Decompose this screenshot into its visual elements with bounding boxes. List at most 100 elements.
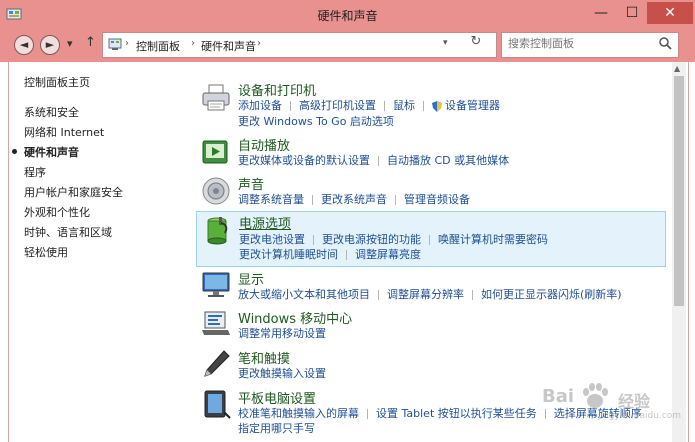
link-battery-settings[interactable]: 更改电池设置 <box>239 233 305 246</box>
speaker-icon <box>202 177 230 205</box>
category-links-row: 调整系统音量 更改系统声音 管理音频设备 <box>238 191 470 207</box>
category-links-row: 指定用哪只手写 <box>238 420 315 436</box>
category-links-row: 更改媒体或设备的默认设置 自动播放 CD 或其他媒体 <box>238 152 509 168</box>
autoplay-icon <box>202 140 228 164</box>
link-device-manager[interactable]: 设备管理器 <box>445 99 500 112</box>
breadcrumb-hardware-sound[interactable]: 硬件和声音 <box>201 38 256 54</box>
link-divider <box>384 101 385 111</box>
printer-icon <box>202 84 230 111</box>
link-screen-brightness[interactable]: 调整屏幕亮度 <box>355 248 421 261</box>
address-bar[interactable]: › 控制面板 › 硬件和声音 › ▾ <box>102 32 497 58</box>
link-divider <box>378 290 379 300</box>
category-links-row: 更改触摸输入设置 <box>238 365 326 381</box>
category-links-row: 调整常用移动设置 <box>238 325 326 341</box>
link-calibrate-screen[interactable]: 校准笔和触摸输入的屏幕 <box>238 407 359 420</box>
link-handedness[interactable]: 指定用哪只手写 <box>238 422 315 435</box>
link-change-system-sounds[interactable]: 更改系统声音 <box>321 193 387 206</box>
link-mobility-settings[interactable]: 调整常用移动设置 <box>238 327 326 340</box>
forward-button[interactable]: ► <box>40 35 60 55</box>
battery-icon <box>207 217 228 245</box>
watermark-brand: Bai <box>542 386 575 407</box>
back-button[interactable]: ◄ <box>14 35 34 55</box>
nav-item-ease-of-access[interactable]: 轻松使用 <box>24 244 68 260</box>
uac-shield-icon <box>432 100 442 112</box>
search-input[interactable] <box>508 37 648 50</box>
category-links-row: 放大或缩小文本和其他项目 调整屏幕分辨率 如何更正显示器闪烁(刷新率) <box>238 286 622 302</box>
category-links-row: 更改计算机睡眠时间 调整屏幕亮度 <box>239 246 421 262</box>
baidu-watermark: Bai 经验 jingyan.baidu.com <box>540 380 690 426</box>
link-divider <box>378 156 379 166</box>
link-divider <box>290 101 291 111</box>
category-display: 显示 放大或缩小文本和其他项目 调整屏幕分辨率 如何更正显示器闪烁(刷新率) <box>196 268 664 302</box>
address-dropdown[interactable]: ▾ <box>443 38 448 48</box>
link-add-device[interactable]: 添加设备 <box>238 99 282 112</box>
nav-item-network-internet[interactable]: 网络和 Internet <box>24 124 104 140</box>
paw-icon <box>583 383 608 408</box>
watermark-url: jingyan.baidu.com <box>598 411 682 421</box>
link-divider <box>429 235 430 245</box>
link-sleep-time[interactable]: 更改计算机睡眠时间 <box>239 248 338 261</box>
link-divider <box>423 101 424 111</box>
monitor-icon <box>202 272 230 297</box>
link-windows-to-go[interactable]: 更改 Windows To Go 启动选项 <box>238 115 394 128</box>
nav-item-clock-language-region[interactable]: 时钟、语言和区域 <box>24 224 112 240</box>
link-autoplay-cd[interactable]: 自动播放 CD 或其他媒体 <box>387 154 509 167</box>
scroll-up-arrow[interactable]: ▲ <box>674 64 680 73</box>
nav-item-user-accounts[interactable]: 用户帐户和家庭安全 <box>24 184 123 200</box>
nav-item-hardware-sound[interactable]: 硬件和声音 <box>12 144 79 160</box>
category-links-row: 更改电池设置 更改电源按钮的功能 唤醒计算机时需要密码 <box>239 231 548 247</box>
link-manage-audio-devices[interactable]: 管理音频设备 <box>404 193 470 206</box>
link-advanced-printer-setup[interactable]: 高级打印机设置 <box>299 99 376 112</box>
link-divider <box>312 195 313 205</box>
breadcrumb-separator: › <box>125 38 129 49</box>
breadcrumb-separator: › <box>257 38 261 49</box>
recent-locations-dropdown[interactable]: ▾ <box>67 37 73 50</box>
link-mouse[interactable]: 鼠标 <box>393 99 415 112</box>
nav-item-control-panel-home[interactable]: 控制面板主页 <box>24 74 90 90</box>
link-change-media-defaults[interactable]: 更改媒体或设备的默认设置 <box>238 154 370 167</box>
nav-item-label: 硬件和声音 <box>24 146 79 159</box>
breadcrumb-separator: › <box>191 38 195 49</box>
search-box[interactable] <box>501 32 679 58</box>
category-devices-printers: 设备和打印机 添加设备 高级打印机设置 鼠标 设备管理器 更改 Windows To … <box>196 78 664 129</box>
search-icon[interactable] <box>658 36 672 50</box>
link-divider <box>346 250 347 260</box>
watermark-brand-suffix: 经验 <box>618 392 651 411</box>
pen-icon <box>204 350 230 377</box>
title-bar: 硬件和声音 — ☐ ✕ <box>0 0 695 30</box>
close-button[interactable]: ✕ <box>647 2 693 24</box>
link-divider <box>367 409 368 419</box>
up-button[interactable]: ↑ <box>85 35 96 50</box>
refresh-button[interactable]: ↻ <box>466 34 486 49</box>
tablet-icon <box>204 390 231 419</box>
link-divider <box>472 290 473 300</box>
category-links-row: 更改 Windows To Go 启动选项 <box>238 113 394 129</box>
link-screen-resolution[interactable]: 调整屏幕分辨率 <box>387 288 464 301</box>
link-divider <box>395 195 396 205</box>
control-panel-small-icon <box>108 38 122 50</box>
breadcrumb-control-panel[interactable]: 控制面板 <box>136 38 180 54</box>
category-pen-touch: 笔和触摸 更改触摸输入设置 <box>196 347 664 381</box>
nav-item-programs[interactable]: 程序 <box>24 164 46 180</box>
scrollbar-thumb[interactable] <box>674 76 684 306</box>
link-text-size[interactable]: 放大或缩小文本和其他项目 <box>238 288 370 301</box>
link-refresh-rate[interactable]: 如何更正显示器闪烁(刷新率) <box>481 288 622 301</box>
current-item-bullet <box>12 149 17 154</box>
category-autoplay: 自动播放 更改媒体或设备的默认设置 自动播放 CD 或其他媒体 <box>196 134 664 168</box>
category-power-options[interactable]: 电源选项 更改电池设置 更改电源按钮的功能 唤醒计算机时需要密码 更改计算机睡眠时间… <box>196 211 666 267</box>
category-mobility-center: Windows 移动中心 调整常用移动设置 <box>196 307 664 341</box>
nav-item-appearance[interactable]: 外观和个性化 <box>24 204 90 220</box>
link-divider <box>313 235 314 245</box>
link-touch-input-settings[interactable]: 更改触摸输入设置 <box>238 367 326 380</box>
link-tablet-buttons[interactable]: 设置 Tablet 按钮以执行某些任务 <box>376 407 537 420</box>
minimize-button[interactable]: — <box>586 2 616 24</box>
navigation-bar: ◄ ► ▾ ↑ › 控制面板 › 硬件和声音 › ▾ ↻ <box>0 30 695 62</box>
link-power-button-function[interactable]: 更改电源按钮的功能 <box>322 233 421 246</box>
category-sound: 声音 调整系统音量 更改系统声音 管理音频设备 <box>196 173 664 207</box>
link-require-password-on-wake[interactable]: 唤醒计算机时需要密码 <box>438 233 548 246</box>
maximize-button[interactable]: ☐ <box>617 2 647 24</box>
nav-item-system-security[interactable]: 系统和安全 <box>24 104 79 120</box>
link-adjust-volume[interactable]: 调整系统音量 <box>238 193 304 206</box>
category-links-row: 添加设备 高级打印机设置 鼠标 设备管理器 <box>238 97 500 113</box>
category-title[interactable]: 电源选项 <box>239 213 291 232</box>
